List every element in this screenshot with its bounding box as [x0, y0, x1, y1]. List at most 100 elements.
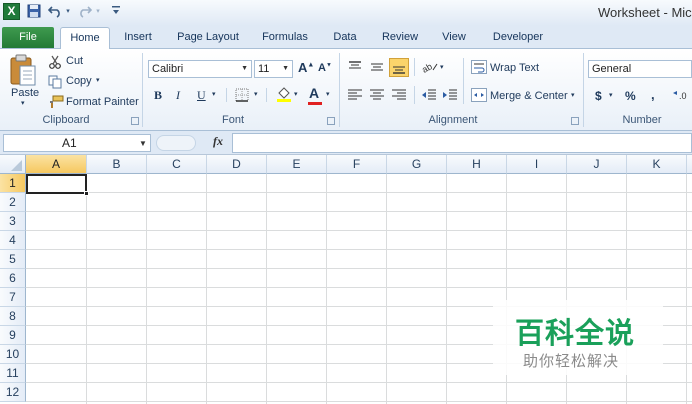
row-header-6[interactable]: 6: [0, 269, 26, 288]
format-painter-button[interactable]: Format Painter: [66, 96, 139, 108]
gridline: [26, 192, 692, 193]
underline-dropdown-icon[interactable]: ▾: [212, 90, 216, 98]
format-painter-icon[interactable]: [48, 95, 64, 109]
redo-dropdown-icon[interactable]: ▾: [94, 4, 102, 20]
column-header-c[interactable]: C: [147, 155, 207, 174]
column-header-j[interactable]: J: [567, 155, 627, 174]
currency-button[interactable]: $: [595, 89, 602, 103]
font-name-select[interactable]: Calibri ▼: [148, 60, 252, 78]
align-bottom-button[interactable]: [389, 58, 409, 77]
percent-button[interactable]: %: [625, 89, 636, 103]
alignment-launcher-icon[interactable]: [571, 117, 579, 125]
font-launcher-icon[interactable]: [327, 117, 335, 125]
excel-app-icon[interactable]: X: [3, 3, 20, 20]
align-right-icon[interactable]: [391, 88, 407, 102]
row-header-1[interactable]: 1: [0, 174, 26, 193]
font-color-dropdown-icon[interactable]: ▾: [326, 90, 330, 98]
fill-color-dropdown-icon[interactable]: ▾: [294, 90, 298, 98]
column-header-h[interactable]: H: [447, 155, 507, 174]
grow-font-button[interactable]: A▲: [298, 60, 314, 75]
increase-decimal-icon[interactable]: .0: [672, 88, 692, 102]
clipboard-launcher-icon[interactable]: [131, 117, 139, 125]
tab-review[interactable]: Review: [376, 26, 424, 49]
tab-file[interactable]: File: [2, 27, 54, 48]
column-header-i[interactable]: I: [507, 155, 567, 174]
tab-page-layout[interactable]: Page Layout: [170, 26, 246, 49]
shrink-font-button[interactable]: A▼: [318, 62, 332, 74]
align-center-icon[interactable]: [369, 88, 385, 102]
tab-data[interactable]: Data: [326, 26, 364, 49]
wrap-text-icon[interactable]: [471, 60, 487, 74]
align-middle-icon[interactable]: [369, 60, 385, 74]
fill-color-icon[interactable]: [276, 86, 292, 102]
column-header-a[interactable]: A: [26, 155, 87, 174]
column-header-l[interactable]: [687, 155, 692, 174]
orientation-icon[interactable]: ab: [420, 60, 439, 75]
merge-center-button[interactable]: Merge & Center: [490, 90, 568, 102]
row-header-8[interactable]: 8: [0, 307, 26, 326]
select-all-button[interactable]: [0, 155, 26, 174]
font-color-button[interactable]: A: [309, 85, 319, 101]
divider: [463, 58, 464, 104]
tab-formulas[interactable]: Formulas: [254, 26, 316, 49]
merge-center-dropdown-icon[interactable]: ▾: [571, 91, 575, 99]
cut-button[interactable]: Cut: [66, 55, 83, 67]
copy-button[interactable]: Copy: [66, 75, 92, 87]
bold-button[interactable]: B: [154, 88, 162, 103]
paste-button[interactable]: Paste: [11, 87, 39, 99]
column-header-f[interactable]: F: [327, 155, 387, 174]
font-size-select[interactable]: 11 ▼: [254, 60, 293, 78]
undo-icon[interactable]: [47, 4, 62, 20]
row-header-3[interactable]: 3: [0, 212, 26, 231]
formula-bar-splitter[interactable]: [156, 135, 196, 151]
row-header-9[interactable]: 9: [0, 326, 26, 345]
redo-icon[interactable]: [78, 4, 93, 20]
align-left-icon[interactable]: [347, 88, 363, 102]
formula-input[interactable]: [232, 133, 692, 153]
undo-dropdown-icon[interactable]: ▾: [64, 4, 72, 20]
grow-font-letter: A: [298, 60, 308, 75]
copy-dropdown-icon[interactable]: ▾: [96, 76, 100, 84]
copy-icon[interactable]: [48, 75, 62, 89]
column-header-g[interactable]: G: [387, 155, 447, 174]
fill-handle[interactable]: [84, 191, 89, 196]
borders-icon[interactable]: [235, 88, 249, 102]
chevron-down-icon[interactable]: ▼: [139, 139, 147, 148]
wrap-text-button[interactable]: Wrap Text: [490, 62, 539, 74]
underline-button[interactable]: U: [197, 88, 206, 103]
increase-indent-icon[interactable]: [442, 88, 458, 102]
tab-developer[interactable]: Developer: [486, 26, 550, 49]
number-format-select[interactable]: General: [588, 60, 692, 78]
row-header-12[interactable]: 12: [0, 383, 26, 402]
tab-view[interactable]: View: [434, 26, 474, 49]
tab-insert[interactable]: Insert: [116, 26, 160, 49]
italic-button[interactable]: I: [176, 88, 180, 103]
paste-dropdown-icon[interactable]: ▾: [21, 99, 25, 107]
paste-icon[interactable]: [8, 54, 38, 88]
cut-icon[interactable]: [48, 55, 62, 69]
column-header-e[interactable]: E: [267, 155, 327, 174]
decrease-indent-icon[interactable]: [421, 88, 437, 102]
borders-dropdown-icon[interactable]: ▾: [254, 90, 258, 98]
row-header-4[interactable]: 4: [0, 231, 26, 250]
tab-home[interactable]: Home: [60, 27, 110, 50]
row-header-5[interactable]: 5: [0, 250, 26, 269]
orientation-dropdown-icon[interactable]: ▾: [440, 63, 444, 71]
row-header-10[interactable]: 10: [0, 345, 26, 364]
gridline: [26, 230, 692, 231]
comma-button[interactable]: ,: [651, 87, 655, 102]
column-header-d[interactable]: D: [207, 155, 267, 174]
row-header-11[interactable]: 11: [0, 364, 26, 383]
row-header-2[interactable]: 2: [0, 193, 26, 212]
name-box[interactable]: A1: [3, 134, 151, 152]
currency-dropdown-icon[interactable]: ▾: [609, 91, 613, 99]
active-cell-a1[interactable]: [26, 174, 87, 194]
column-header-b[interactable]: B: [87, 155, 147, 174]
row-header-7[interactable]: 7: [0, 288, 26, 307]
align-top-icon[interactable]: [347, 60, 363, 74]
column-header-k[interactable]: K: [627, 155, 687, 174]
merge-center-icon[interactable]: [471, 88, 487, 102]
customize-qat-icon[interactable]: [110, 4, 122, 20]
save-icon[interactable]: [26, 4, 42, 20]
insert-function-button[interactable]: fx: [213, 134, 223, 149]
